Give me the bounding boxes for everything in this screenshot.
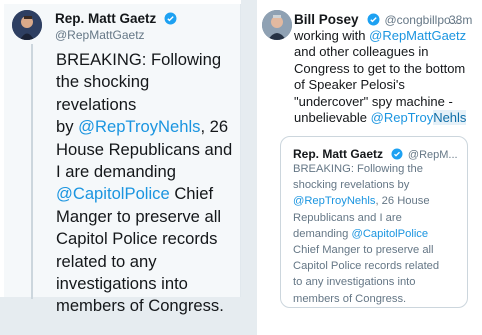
mention-link-selected[interactable]: Nehls (433, 110, 467, 126)
thread-line (31, 44, 33, 299)
author-handle[interactable]: @RepMattGaetz (55, 27, 235, 43)
mention-link[interactable]: @RepTroyNehls (78, 117, 200, 136)
right-tweet-text: working with @RepMattGaetz and other col… (294, 28, 467, 126)
mention-link[interactable]: @RepTroyNehls (293, 195, 375, 207)
author-name[interactable]: Rep. Matt Gaetz (55, 11, 156, 26)
author-name[interactable]: Bill Posey (294, 12, 359, 27)
verified-badge-icon (391, 148, 403, 160)
quoted-tweet[interactable]: Rep. Matt Gaetz @RepM... BREAKING: Follo… (280, 136, 468, 308)
verified-badge-icon (164, 12, 177, 25)
mention-link[interactable]: @RepMattGaetz (369, 28, 466, 43)
timeline-gap (241, 0, 257, 335)
gaetz-avatar[interactable] (12, 10, 42, 40)
verified-badge-icon (367, 13, 380, 26)
posey-avatar[interactable] (262, 10, 292, 40)
mention-link[interactable]: @RepTroy (371, 110, 434, 125)
left-author: Rep. Matt Gaetz @RepMattGaetz (55, 10, 235, 43)
mention-link[interactable]: @CapitolPolice (56, 184, 170, 203)
mention-link[interactable]: @CapitolPolice (351, 228, 428, 240)
quoted-text: BREAKING: Following the shocking revelat… (293, 163, 440, 305)
tweet-timestamp[interactable]: 38m (449, 13, 472, 27)
left-tweet-text: BREAKING: Following the shocking revelat… (56, 50, 233, 316)
